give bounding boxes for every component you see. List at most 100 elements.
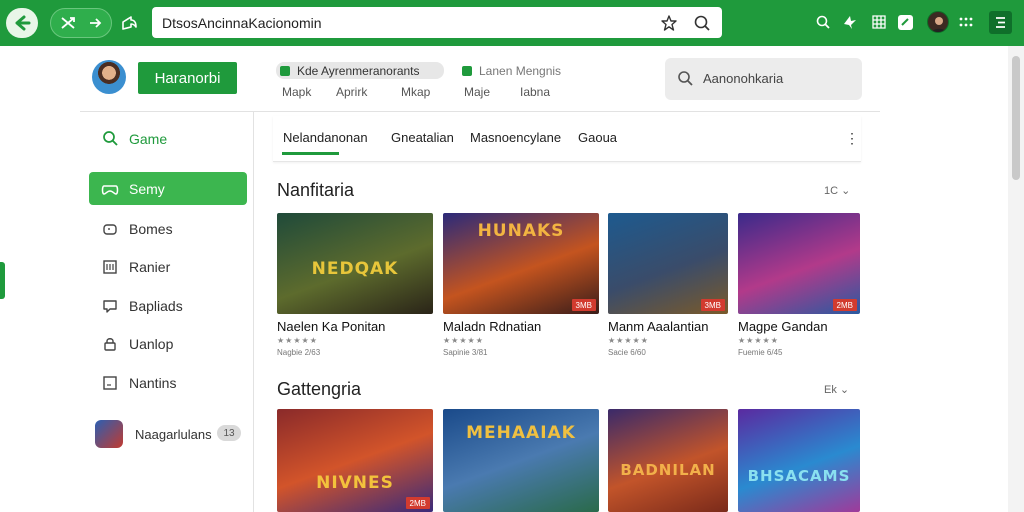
shuffle-icon: [61, 17, 75, 29]
section-control-label: 1C: [824, 185, 839, 197]
game-art-title: NEDQAK: [311, 259, 399, 279]
sidebar-item-label: Bapliads: [129, 297, 183, 314]
game-card-image[interactable]: HUNAKS 3MB: [443, 213, 599, 314]
star-icon[interactable]: [660, 14, 678, 32]
bird-icon[interactable]: [842, 14, 858, 30]
game-card-image[interactable]: 2MB: [738, 213, 860, 314]
game-art-title: MEHAAIAK: [466, 423, 576, 443]
arrow-right-icon: [90, 18, 102, 28]
header-link[interactable]: Aprirk: [336, 85, 367, 99]
section-title: Nanfitaria: [277, 180, 355, 200]
header-link[interactable]: Maje: [464, 85, 490, 99]
browser-toolbar: DtsosAncinnaKacionomin: [0, 0, 1024, 46]
game-card-meta: Nagbie 2/63: [277, 348, 321, 357]
game-art-title: HUNAKS: [477, 221, 565, 241]
share-button[interactable]: [116, 8, 142, 38]
chat-icon: [103, 299, 117, 313]
sidebar-item-semy[interactable]: Semy: [89, 172, 247, 205]
brand-button[interactable]: Haranorbi: [138, 62, 237, 94]
rating-stars-icon: ★★★★★: [608, 336, 649, 345]
game-card-title[interactable]: Manm Aaalantian: [608, 319, 708, 334]
game-art-title: BADNILAN: [620, 461, 716, 479]
sidebar-item-nantins[interactable]: Nantins: [89, 366, 247, 399]
header-link[interactable]: Mkap: [401, 85, 430, 99]
gamepad-icon: [101, 184, 119, 195]
filter-chip-label: Lanen Mengnis: [479, 63, 562, 78]
user-name: Naagarlulans: [135, 426, 212, 442]
tab-gaoua[interactable]: Gaoua: [578, 130, 617, 145]
more-options-icon[interactable]: ⋮: [845, 130, 859, 147]
game-card-image[interactable]: NIVNES 2MB: [277, 409, 433, 512]
game-card-title[interactable]: Magpe Gandan: [738, 319, 828, 334]
sidebar-item-label: Semy: [129, 180, 165, 197]
game-card-meta: Sapinie 3/81: [443, 348, 488, 357]
count-badge: 13: [217, 425, 241, 441]
tab-nelandanonan[interactable]: Nelandanonan: [283, 130, 368, 145]
lock-icon: [104, 337, 116, 351]
share-icon: [122, 16, 137, 30]
search-placeholder: Aanonohkaria: [703, 71, 784, 86]
search-icon[interactable]: [693, 14, 711, 32]
sidebar-item-label: Uanlop: [129, 335, 174, 352]
filter-chip-label: Kde Ayrenmeranorants: [297, 63, 420, 78]
user-avatar: [95, 420, 123, 448]
game-card-image[interactable]: BHSACAMS: [738, 409, 860, 512]
sidebar-divider: [253, 112, 254, 512]
app-logo[interactable]: [92, 60, 126, 94]
sidebar-item-game[interactable]: Game: [89, 122, 247, 155]
rating-stars-icon: ★★★★★: [738, 336, 779, 345]
chevron-down-icon: ⌄: [839, 384, 850, 396]
filter-chip[interactable]: Kde Ayrenmeranorants: [276, 62, 444, 79]
size-badge: 2MB: [832, 299, 857, 311]
sidebar-item-ranier[interactable]: Ranier: [89, 250, 247, 283]
profile-avatar[interactable]: [927, 11, 949, 33]
grid-icon[interactable]: [871, 14, 887, 30]
header-link[interactable]: Iabna: [520, 85, 550, 99]
apps-icon[interactable]: [958, 14, 974, 30]
checkbox-icon: [280, 65, 290, 76]
checkbox-icon: [462, 65, 472, 76]
sidebar-item-uanlop[interactable]: Uanlop: [89, 327, 247, 360]
game-card-image[interactable]: MEHAAIAK: [443, 409, 599, 512]
sidebar-user[interactable]: Naagarlulans 13: [95, 419, 245, 449]
game-card-image[interactable]: NEDQAK: [277, 213, 433, 314]
person-icon: [931, 17, 947, 32]
menu-icon: [996, 17, 1005, 28]
sidebar-item-label: Bomes: [129, 220, 173, 237]
sidebar-item-bapliads[interactable]: Bapliads: [89, 289, 247, 322]
rating-stars-icon: ★★★★★: [443, 336, 484, 345]
search-icon[interactable]: [815, 14, 831, 30]
tab-gneatalian[interactable]: Gneatalian: [391, 130, 454, 145]
size-badge: 2MB: [405, 497, 430, 509]
scrollbar[interactable]: [1008, 46, 1024, 512]
game-card-image[interactable]: 3MB: [608, 213, 728, 314]
game-art-title: NIVNES: [316, 473, 394, 493]
section-control[interactable]: Ek ⌄: [824, 383, 849, 396]
notes-icon[interactable]: [897, 14, 914, 31]
game-card-title[interactable]: Maladn Rdnatian: [443, 319, 541, 334]
scrollbar-thumb[interactable]: [1012, 56, 1020, 180]
active-tab-indicator: [282, 152, 339, 155]
game-card-image[interactable]: BADNILAN: [608, 409, 728, 512]
size-badge: 3MB: [571, 299, 596, 311]
tab-masnoencylane[interactable]: Masnoencylane: [470, 130, 561, 145]
menu-button[interactable]: [989, 11, 1012, 34]
header-divider: [80, 111, 880, 112]
building-icon: [103, 259, 117, 274]
section-control[interactable]: 1C ⌄: [824, 184, 850, 197]
back-button[interactable]: [6, 8, 38, 38]
section-title: Gattengria: [277, 379, 362, 399]
header-link[interactable]: Mapk: [282, 85, 311, 99]
game-card-title[interactable]: Naelen Ka Ponitan: [277, 319, 385, 334]
game-card-meta: Sacie 6/60: [608, 348, 646, 357]
arrow-left-icon: [15, 15, 31, 31]
rating-stars-icon: ★★★★★: [277, 336, 318, 345]
sidebar-item-label: Game: [129, 130, 168, 147]
game-card-meta: Fuemie 6/45: [738, 348, 783, 357]
search-icon: [678, 71, 693, 86]
forward-button-group[interactable]: [50, 8, 112, 38]
search-input[interactable]: Aanonohkaria: [665, 58, 862, 100]
filter-chip[interactable]: Lanen Mengnis: [462, 62, 572, 79]
address-bar[interactable]: DtsosAncinnaKacionomin: [152, 7, 722, 38]
sidebar-item-bomes[interactable]: Bomes: [89, 212, 247, 245]
